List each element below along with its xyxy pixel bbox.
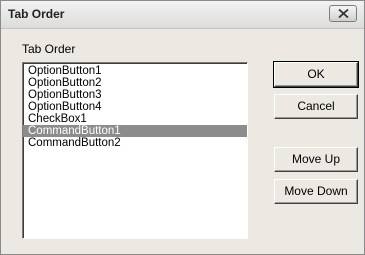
cancel-button[interactable]: Cancel — [274, 94, 358, 119]
tab-order-dialog: Tab Order Tab Order OptionButton1 Option… — [0, 0, 365, 255]
dialog-title: Tab Order — [8, 7, 65, 21]
move-up-button[interactable]: Move Up — [274, 147, 358, 172]
list-item[interactable]: OptionButton4 — [23, 101, 247, 113]
close-icon — [338, 9, 349, 18]
ok-button[interactable]: OK — [273, 61, 359, 88]
list-item[interactable]: CommandButton2 — [23, 137, 247, 149]
tab-order-listbox[interactable]: OptionButton1 OptionButton2 OptionButton… — [22, 62, 248, 239]
list-item-selected[interactable]: CommandButton1 — [23, 125, 247, 137]
move-down-button[interactable]: Move Down — [274, 179, 358, 204]
tab-order-label: Tab Order — [22, 42, 76, 56]
list-item[interactable]: OptionButton1 — [23, 65, 247, 77]
title-bar[interactable]: Tab Order — [1, 1, 364, 29]
list-item[interactable]: OptionButton2 — [23, 77, 247, 89]
close-button[interactable] — [329, 5, 357, 22]
list-item[interactable]: OptionButton3 — [23, 89, 247, 101]
list-item[interactable]: CheckBox1 — [23, 113, 247, 125]
